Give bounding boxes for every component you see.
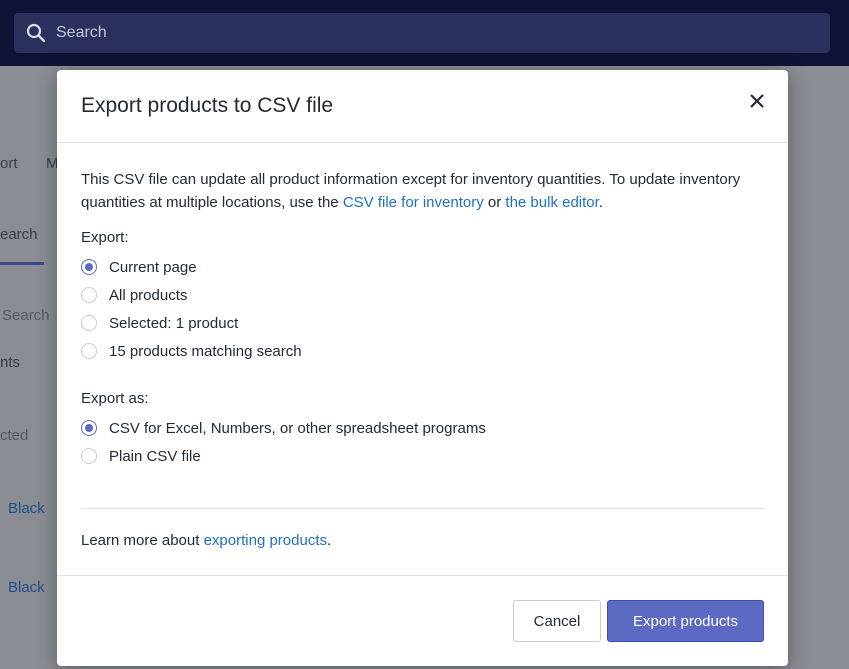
learn-more: Learn more about exporting products. bbox=[81, 532, 331, 549]
search-icon bbox=[26, 23, 46, 43]
bg-row-1: Black bbox=[8, 500, 45, 517]
bg-chip: nts bbox=[0, 354, 21, 371]
radio-circle bbox=[81, 448, 97, 464]
export-as-label: Export as: bbox=[81, 390, 149, 407]
radio-selected[interactable]: Selected: 1 product bbox=[81, 313, 238, 333]
bg-selected: cted bbox=[0, 427, 29, 444]
modal-header: Export products to CSV file bbox=[57, 70, 788, 143]
radio-label: Plain CSV file bbox=[109, 447, 201, 465]
radio-label: Selected: 1 product bbox=[109, 314, 239, 332]
modal-description: This CSV file can update all product inf… bbox=[81, 168, 761, 214]
search-placeholder: Search bbox=[56, 24, 107, 41]
radio-plain-csv[interactable]: Plain CSV file bbox=[81, 446, 201, 466]
close-icon bbox=[750, 94, 764, 108]
bg-tab-indicator bbox=[0, 262, 44, 265]
bulk-editor-link[interactable]: the bulk editor bbox=[505, 194, 598, 211]
radio-circle bbox=[81, 315, 97, 331]
export-products-button[interactable]: Export products bbox=[607, 600, 764, 642]
exporting-products-link[interactable]: exporting products bbox=[204, 532, 327, 549]
radio-csv-excel[interactable]: CSV for Excel, Numbers, or other spreads… bbox=[81, 418, 486, 438]
bg-row-2: Black bbox=[8, 579, 45, 596]
radio-circle bbox=[81, 287, 97, 303]
radio-current-page[interactable]: Current page bbox=[81, 257, 197, 277]
radio-circle bbox=[81, 420, 97, 436]
divider bbox=[81, 508, 764, 509]
learn-text: Learn more about bbox=[81, 532, 204, 549]
modal-footer: Cancel Export products bbox=[57, 575, 788, 667]
bg-search-tab: earch bbox=[0, 226, 38, 243]
description-connector: or bbox=[483, 194, 506, 211]
global-search[interactable]: Search bbox=[14, 13, 830, 53]
radio-label: CSV for Excel, Numbers, or other spreads… bbox=[109, 419, 486, 437]
modal-title: Export products to CSV file bbox=[81, 94, 334, 117]
bg-filter-search: Search bbox=[2, 307, 50, 324]
bg-tab-text: ort bbox=[0, 155, 18, 172]
radio-circle bbox=[81, 343, 97, 359]
learn-end: . bbox=[326, 532, 332, 549]
radio-matching-search[interactable]: 15 products matching search bbox=[81, 341, 302, 361]
radio-label: 15 products matching search bbox=[109, 342, 302, 360]
cancel-button[interactable]: Cancel bbox=[513, 600, 601, 642]
radio-all-products[interactable]: All products bbox=[81, 285, 187, 305]
export-label: Export: bbox=[81, 229, 129, 246]
description-end: . bbox=[598, 194, 603, 211]
top-bar: Search bbox=[0, 0, 849, 66]
export-modal: Export products to CSV file This CSV fil… bbox=[57, 70, 788, 666]
radio-label: All products bbox=[109, 286, 188, 304]
close-button[interactable] bbox=[746, 90, 768, 112]
csv-inventory-link[interactable]: CSV file for inventory bbox=[343, 194, 484, 211]
radio-circle bbox=[81, 259, 97, 275]
radio-label: Current page bbox=[109, 258, 197, 276]
